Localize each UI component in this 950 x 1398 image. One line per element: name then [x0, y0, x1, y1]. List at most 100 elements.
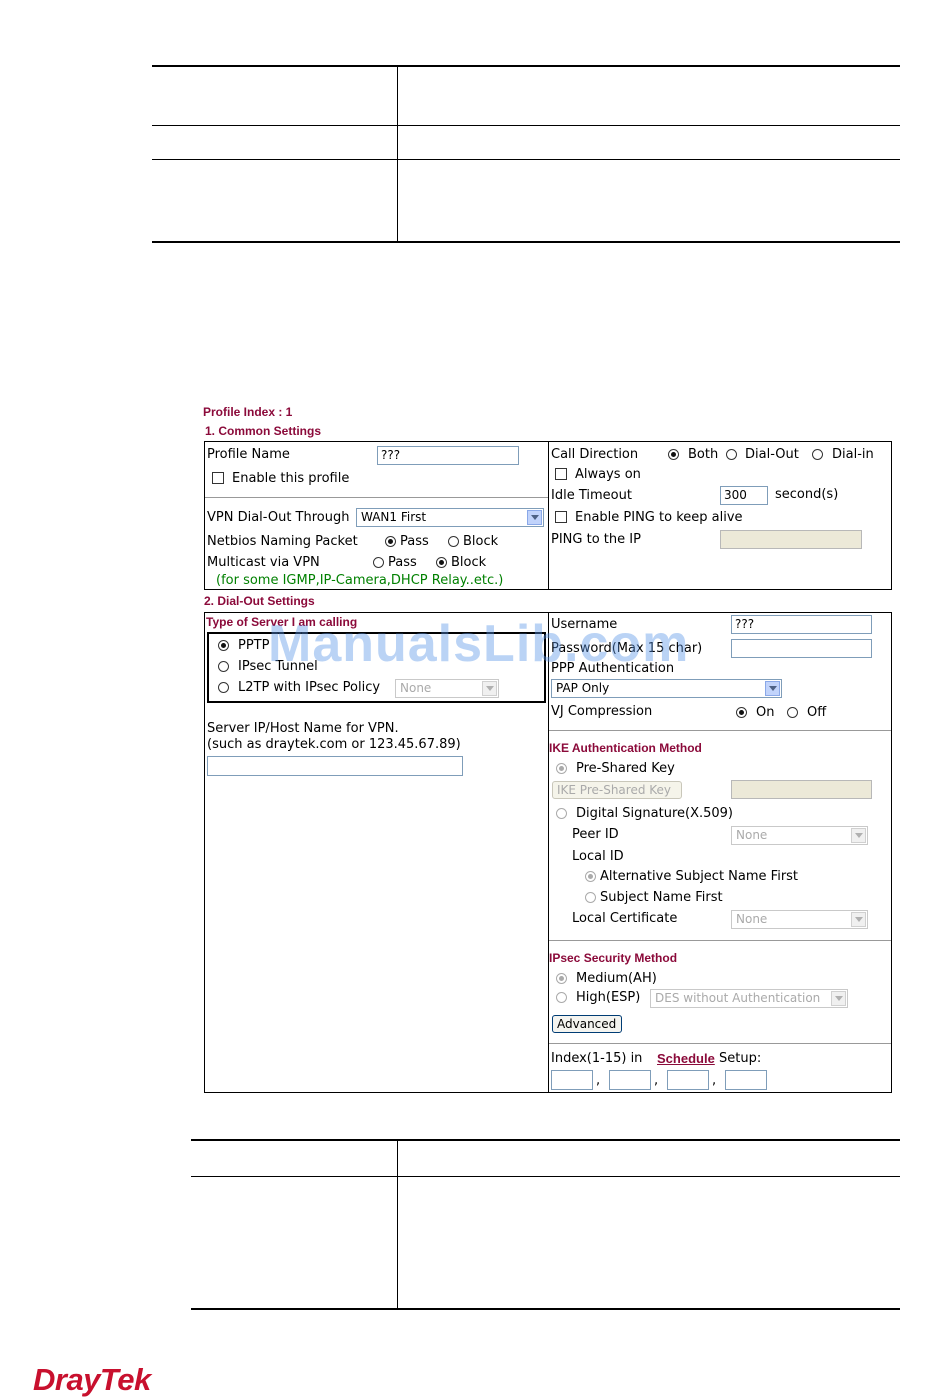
subject-label: Subject Name First	[600, 890, 723, 905]
vj-on-radio[interactable]	[736, 707, 747, 718]
vpn-dialout-label: VPN Dial-Out Through	[207, 510, 350, 525]
l2tp-policy-select[interactable]: None	[395, 679, 499, 698]
watermark: ManualsLib.com	[268, 615, 690, 673]
advanced-button[interactable]: Advanced	[552, 1015, 622, 1033]
schedule-index-1-input[interactable]	[551, 1070, 593, 1090]
medium-ah-radio[interactable]	[556, 973, 567, 984]
high-esp-label: High(ESP)	[576, 990, 641, 1005]
divider	[549, 940, 891, 941]
comma: ,	[654, 1073, 659, 1088]
multicast-label: Multicast via VPN	[207, 555, 320, 570]
schedule-setup-label: Setup:	[719, 1051, 762, 1066]
vj-label: VJ Compression	[551, 704, 653, 719]
vpn-dialout-select[interactable]: WAN1 First	[356, 508, 544, 527]
multicast-pass-radio[interactable]	[373, 557, 384, 568]
chevron-down-icon	[482, 681, 497, 696]
ike-psk-input[interactable]	[731, 780, 872, 799]
ppp-auth-value: PAP Only	[556, 681, 610, 695]
schedule-index-3-input[interactable]	[667, 1070, 709, 1090]
multicast-block-label: Block	[451, 555, 487, 570]
high-esp-value: DES without Authentication	[655, 991, 821, 1005]
l2tp-policy-value: None	[400, 681, 432, 695]
enable-ping-label: Enable PING to keep alive	[575, 510, 743, 525]
comma: ,	[596, 1073, 601, 1088]
pptp-radio[interactable]	[218, 640, 229, 651]
enable-ping-checkbox[interactable]	[555, 511, 567, 523]
divider	[549, 1043, 891, 1044]
always-on-checkbox[interactable]	[555, 468, 567, 480]
vj-off-label: Off	[807, 705, 827, 720]
schedule-index-label: Index(1-15) in	[551, 1051, 643, 1066]
multicast-note: (for some IGMP,IP-Camera,DHCP Relay..etc…	[216, 573, 504, 588]
multicast-block-radio[interactable]	[436, 557, 447, 568]
subject-radio[interactable]	[585, 892, 596, 903]
server-ip-hint: (such as draytek.com or 123.45.67.89)	[207, 737, 461, 752]
comma: ,	[712, 1073, 717, 1088]
divider	[205, 497, 548, 498]
high-esp-radio[interactable]	[556, 992, 567, 1003]
always-on-label: Always on	[575, 467, 641, 482]
netbios-label: Netbios Naming Packet	[207, 534, 358, 549]
psk-label: Pre-Shared Key	[576, 761, 675, 776]
enable-profile-label: Enable this profile	[232, 471, 350, 486]
netbios-block-radio[interactable]	[448, 536, 459, 547]
vj-on-label: On	[756, 705, 775, 720]
schedule-index-4-input[interactable]	[725, 1070, 767, 1090]
idle-timeout-input[interactable]: 300	[720, 486, 768, 505]
username-input[interactable]: ???	[731, 615, 872, 634]
peer-id-label: Peer ID	[572, 827, 619, 842]
chevron-down-icon	[831, 991, 846, 1006]
peer-id-value: None	[736, 828, 768, 842]
psk-radio[interactable]	[556, 763, 567, 774]
local-cert-label: Local Certificate	[572, 911, 678, 926]
server-ip-label: Server IP/Host Name for VPN.	[207, 721, 399, 736]
netbios-pass-label: Pass	[400, 534, 429, 549]
ping-ip-label: PING to the IP	[551, 532, 641, 547]
medium-ah-label: Medium(AH)	[576, 971, 657, 986]
netbios-pass-radio[interactable]	[385, 536, 396, 547]
local-id-label: Local ID	[572, 849, 624, 864]
alt-subject-radio[interactable]	[585, 871, 596, 882]
call-both-radio[interactable]	[668, 449, 679, 460]
profile-index: Profile Index : 1	[203, 405, 293, 419]
server-ip-input[interactable]	[207, 756, 463, 776]
divider	[549, 730, 891, 731]
draytek-logo: DrayTek	[33, 1362, 151, 1397]
enable-profile-checkbox[interactable]	[212, 472, 224, 484]
password-input[interactable]	[731, 639, 872, 658]
call-dialin-radio[interactable]	[812, 449, 823, 460]
common-settings-heading: 1. Common Settings	[205, 424, 322, 438]
ipsec-tunnel-radio[interactable]	[218, 661, 229, 672]
chevron-down-icon	[851, 912, 866, 927]
local-cert-select[interactable]: None	[731, 910, 868, 929]
call-dialout-radio[interactable]	[726, 449, 737, 460]
ping-ip-input[interactable]	[720, 530, 862, 549]
call-dialin-label: Dial-in	[832, 447, 874, 462]
ike-heading: IKE Authentication Method	[549, 741, 702, 755]
l2tp-radio[interactable]	[218, 682, 229, 693]
peer-id-select[interactable]: None	[731, 826, 868, 845]
digsig-radio[interactable]	[556, 808, 567, 819]
high-esp-select[interactable]: DES without Authentication	[650, 989, 848, 1008]
vpn-dialout-value: WAN1 First	[361, 510, 427, 524]
idle-timeout-label: Idle Timeout	[551, 488, 632, 503]
call-both-label: Both	[688, 447, 719, 462]
ppp-auth-select[interactable]: PAP Only	[551, 679, 782, 698]
schedule-link[interactable]: Schedule	[657, 1051, 715, 1066]
profile-name-label: Profile Name	[207, 447, 290, 462]
local-cert-value: None	[736, 912, 768, 926]
ipsec-heading: IPsec Security Method	[549, 951, 678, 965]
profile-name-input[interactable]: ???	[377, 446, 519, 465]
ike-psk-button[interactable]: IKE Pre-Shared Key	[552, 781, 682, 799]
chevron-down-icon	[851, 828, 866, 843]
netbios-block-label: Block	[463, 534, 499, 549]
call-direction-label: Call Direction	[551, 447, 639, 462]
chevron-down-icon	[527, 510, 542, 525]
vj-off-radio[interactable]	[787, 707, 798, 718]
pptp-label: PPTP	[238, 638, 270, 653]
chevron-down-icon	[765, 681, 780, 696]
digsig-label: Digital Signature(X.509)	[576, 806, 734, 821]
schedule-index-2-input[interactable]	[609, 1070, 651, 1090]
multicast-pass-label: Pass	[388, 555, 417, 570]
seconds-label: second(s)	[775, 487, 839, 502]
